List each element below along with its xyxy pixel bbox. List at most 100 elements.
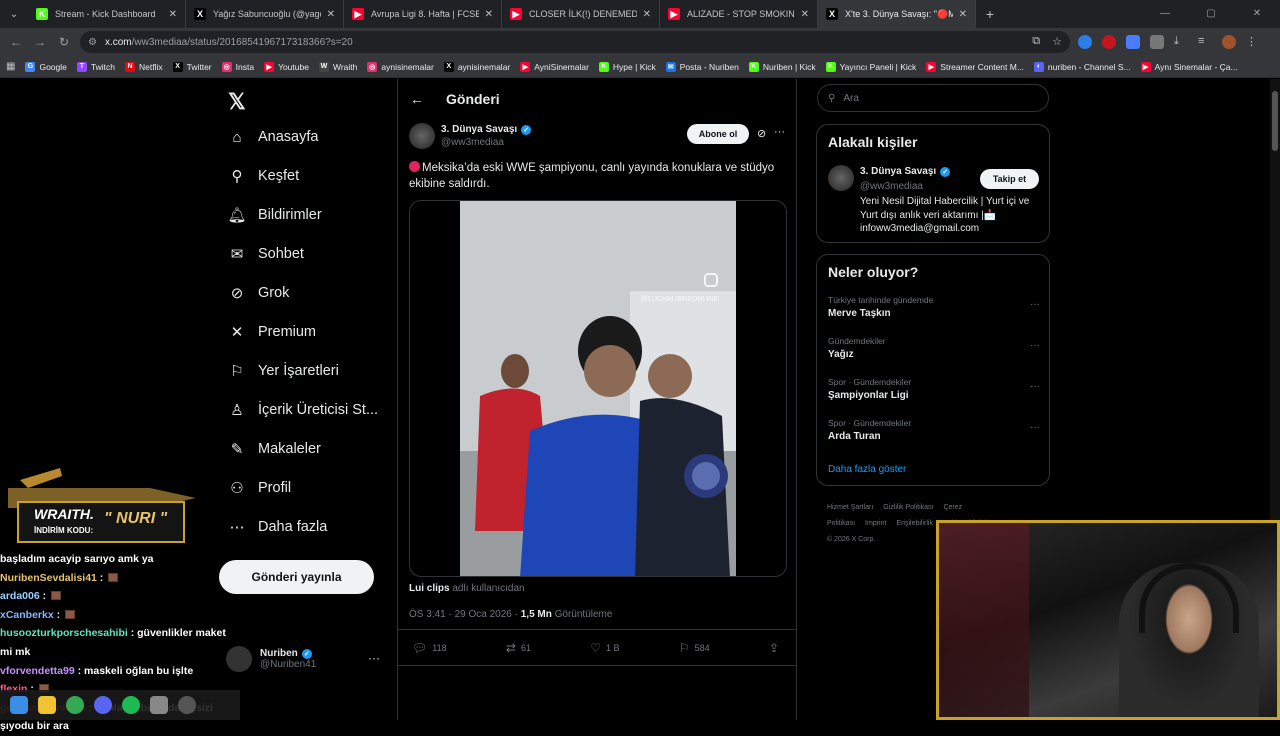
extension-icon[interactable] bbox=[1078, 35, 1092, 49]
bookmark-item[interactable]: ◎ Insta bbox=[221, 61, 254, 72]
chrome-icon[interactable] bbox=[66, 696, 84, 714]
back-arrow-icon[interactable]: ← bbox=[410, 91, 424, 107]
subscribe-button[interactable]: Abone ol bbox=[687, 124, 749, 144]
bookmark-item[interactable]: Xaynisinemalar bbox=[443, 61, 510, 72]
like-button[interactable]: ♡ 1 B bbox=[590, 641, 619, 655]
post-video[interactable]: @LUCHALIBREONLINE bbox=[409, 200, 787, 577]
bookmark-item[interactable]: ◎ aynisinemalar bbox=[367, 61, 434, 72]
grok-icon[interactable]: ⊘ bbox=[757, 127, 766, 140]
close-tab-icon[interactable]: ✕ bbox=[801, 9, 809, 20]
site-info-icon[interactable]: ⚙ bbox=[88, 37, 97, 48]
browser-tab[interactable]: ▶ CLOSER İLK(!) DENEMEDE BAŞA ✕ bbox=[502, 0, 660, 28]
chat-username[interactable]: xCanberkx bbox=[0, 609, 54, 621]
app-icon[interactable] bbox=[150, 696, 168, 714]
windows-icon[interactable] bbox=[10, 696, 28, 714]
footer-link[interactable]: Erişilebilirlik bbox=[896, 520, 933, 527]
chat-username[interactable]: vforvendetta99 bbox=[0, 665, 75, 677]
star-bookmark-icon[interactable]: ☆ bbox=[1052, 35, 1062, 48]
related-name[interactable]: 3. Dünya Savaşı ✓ bbox=[860, 166, 951, 177]
forward-button[interactable]: → bbox=[28, 35, 52, 49]
close-tab-icon[interactable]: ✕ bbox=[959, 9, 967, 20]
nav-item-grok[interactable]: ⊘ Grok bbox=[228, 284, 290, 302]
post-author[interactable]: 3. Dünya Savaşı ✓ @ww3mediaa bbox=[409, 123, 532, 149]
maximize-button[interactable]: ▢ bbox=[1188, 0, 1234, 28]
more-icon[interactable]: ··· bbox=[1030, 299, 1040, 310]
post-timestamp[interactable]: ÖS 3:41 · 29 Oca 2026 · bbox=[409, 609, 521, 620]
footer-link[interactable]: Hizmet Şartları bbox=[827, 504, 873, 511]
video-frame[interactable]: @LUCHALIBREONLINE bbox=[460, 201, 736, 576]
media-icon[interactable]: ≡ bbox=[1198, 35, 1212, 49]
nav-item-bell[interactable]: 🔔︎ Bildirimler bbox=[227, 206, 321, 224]
new-tab-button[interactable]: + bbox=[976, 6, 1004, 22]
close-tab-icon[interactable]: ✕ bbox=[485, 9, 493, 20]
bookmark-item[interactable]: T Twitch bbox=[76, 61, 115, 72]
profile-avatar[interactable] bbox=[1222, 35, 1236, 49]
trend-item[interactable]: Gündemdekiler Yağız ··· bbox=[828, 336, 1040, 360]
more-icon[interactable]: ··· bbox=[1030, 381, 1040, 392]
menu-icon[interactable]: ⋮ bbox=[1246, 35, 1260, 49]
bookmark-item[interactable]: K Nuriben | Kick bbox=[748, 61, 816, 72]
repost-button[interactable]: ⇄ 61 bbox=[506, 641, 531, 655]
browser-tab[interactable]: ▶ Avrupa Ligi 8. Hafta | FCSB - Fe ✕ bbox=[344, 0, 502, 28]
nav-item-mail[interactable]: ✉ Sohbet bbox=[228, 245, 304, 263]
footer-link[interactable]: Imprint bbox=[865, 520, 886, 527]
nav-item-more[interactable]: ⋯ Daha fazla bbox=[228, 518, 328, 536]
account-switcher[interactable]: Nuriben ✓ @Nuriben41 ··· bbox=[226, 644, 386, 674]
more-icon[interactable]: ··· bbox=[1030, 422, 1040, 433]
chat-username[interactable]: arda006 bbox=[0, 590, 40, 602]
trend-item[interactable]: Türkiye tarihinde gündemde Merve Taşkın ··… bbox=[828, 295, 1040, 319]
more-icon[interactable]: ··· bbox=[368, 651, 380, 665]
chat-username[interactable]: husoozturkporschesahibi bbox=[0, 627, 128, 639]
browser-tab[interactable]: X X'te 3. Dünya Savaşı: "🔴M ✕ bbox=[818, 0, 976, 28]
bookmark-item[interactable]: X Twitter bbox=[172, 61, 212, 72]
trend-item[interactable]: Spor · Gündemdekiler Arda Turan ··· bbox=[828, 418, 1040, 442]
bookmark-item[interactable]: ◐ nuriben - Channel S... bbox=[1033, 61, 1131, 72]
x-logo-icon[interactable]: 𝕏 bbox=[228, 89, 246, 115]
extension-icon[interactable] bbox=[1102, 35, 1116, 49]
nav-item-search[interactable]: ⚲ Keşfet bbox=[228, 167, 300, 185]
nav-item-profile[interactable]: ⚇ Profil bbox=[228, 479, 291, 497]
bookmark-item[interactable]: ✉ Posta - Nuriben bbox=[665, 61, 739, 72]
nav-item-home[interactable]: ⌂ Anasayfa bbox=[228, 128, 318, 146]
close-tab-icon[interactable]: ✕ bbox=[643, 9, 651, 20]
app-icon[interactable] bbox=[178, 696, 196, 714]
bookmark-item[interactable]: ▶ Streamer Content M... bbox=[926, 61, 1024, 72]
nav-item-articles[interactable]: ✎ Makaleler bbox=[228, 440, 321, 458]
bookmark-button[interactable]: ⚐ 584 bbox=[679, 641, 710, 655]
browser-tab[interactable]: X Yağız Sabuncuoğlu (@yagosab ✕ bbox=[186, 0, 344, 28]
nav-item-x-premium[interactable]: ✕ Premium bbox=[228, 323, 316, 341]
close-tab-icon[interactable]: ✕ bbox=[169, 9, 177, 20]
discord-icon[interactable] bbox=[94, 696, 112, 714]
reload-button[interactable]: ↻ bbox=[52, 35, 76, 49]
attribution-user[interactable]: Lui clips bbox=[409, 583, 450, 594]
post-button[interactable]: Gönderi yayınla bbox=[219, 560, 374, 594]
address-bar[interactable]: ⚙ x.com/ww3mediaa/status/201685419671731… bbox=[80, 31, 1070, 53]
reply-button[interactable]: 💬︎ 118 bbox=[412, 641, 447, 655]
spotify-icon[interactable] bbox=[122, 696, 140, 714]
explorer-icon[interactable] bbox=[38, 696, 56, 714]
close-tab-icon[interactable]: ✕ bbox=[327, 9, 335, 20]
puzzle-icon[interactable] bbox=[1150, 35, 1164, 49]
bookmark-item[interactable]: K Hype | Kick bbox=[598, 61, 656, 72]
cast-icon[interactable]: ⧉ bbox=[1032, 35, 1040, 48]
more-icon[interactable]: ··· bbox=[774, 126, 785, 138]
footer-link[interactable]: Gizlilik Politikası bbox=[883, 504, 933, 511]
minimize-button[interactable]: — bbox=[1142, 0, 1188, 28]
browser-tab[interactable]: K Stream - Kick Dashboard ✕ bbox=[28, 0, 186, 28]
nav-item-creator-studio[interactable]: ♙ İçerik Üreticisi St... bbox=[228, 401, 378, 419]
close-window-button[interactable]: ✕ bbox=[1234, 0, 1280, 28]
bookmark-item[interactable]: ▶ AyniSinemalar bbox=[520, 61, 589, 72]
back-button[interactable]: ← bbox=[4, 35, 28, 49]
bookmark-item[interactable]: K Yayıncı Paneli | Kick bbox=[825, 61, 916, 72]
download-icon[interactable]: ⤓ bbox=[1174, 35, 1188, 49]
chat-username[interactable]: NuribenSevdalisi41 bbox=[0, 572, 97, 584]
bookmark-item[interactable]: ▶ Aynı Sinemalar - Ça... bbox=[1140, 61, 1238, 72]
extension-icon[interactable] bbox=[1126, 35, 1140, 49]
tab-search-button[interactable]: ⌄ bbox=[0, 0, 28, 28]
more-icon[interactable]: ··· bbox=[1030, 340, 1040, 351]
search-input[interactable]: ⚲ Ara bbox=[817, 84, 1049, 112]
browser-tab[interactable]: ▶ ALIZADE - STOP SMOKING (Offi ✕ bbox=[660, 0, 818, 28]
trend-item[interactable]: Spor · Gündemdekiler Şampiyonlar Ligi ··· bbox=[828, 377, 1040, 401]
share-button[interactable]: ⇪ bbox=[769, 641, 784, 655]
bookmark-item[interactable]: N Netflix bbox=[124, 61, 163, 72]
